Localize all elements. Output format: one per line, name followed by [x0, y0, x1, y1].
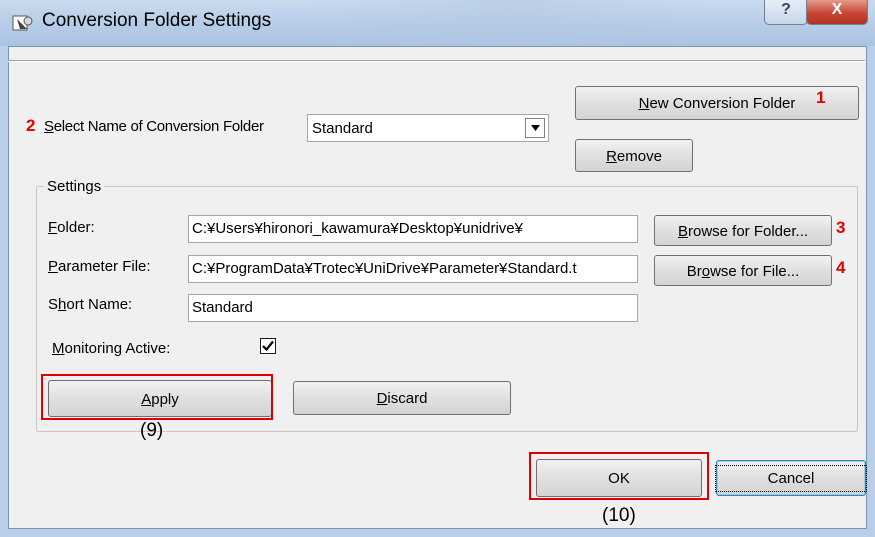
top-separator — [8, 60, 865, 62]
chevron-down-icon[interactable] — [525, 118, 545, 138]
short-name-label: Short Name: — [48, 296, 133, 313]
parameter-file-label: Parameter File: — [48, 258, 151, 275]
title-bar[interactable]: Conversion Folder Settings ? X — [0, 0, 875, 46]
discard-button[interactable]: Discard — [293, 381, 511, 415]
checkmark-icon — [262, 340, 274, 352]
select-conversion-folder-label: Select Name of Conversion Folder — [44, 118, 264, 135]
annotation-1: 1 — [816, 88, 826, 107]
help-icon: ? — [781, 1, 791, 18]
annotation-9: (9) — [140, 420, 164, 441]
browse-for-file-button[interactable]: Browse for File... — [654, 255, 832, 286]
apply-highlight-box — [41, 374, 273, 420]
short-name-input[interactable]: Standard — [188, 294, 638, 322]
window-title: Conversion Folder Settings — [42, 10, 272, 31]
cancel-button[interactable]: Cancel — [715, 460, 867, 496]
ok-highlight-box — [529, 452, 709, 500]
browse-for-folder-button[interactable]: Browse for Folder... — [654, 215, 832, 246]
conversion-folder-settings-dialog: Conversion Folder Settings ? X New Conve… — [0, 0, 875, 537]
annotation-10: (10) — [602, 505, 636, 526]
app-icon — [12, 13, 34, 33]
annotation-3: 3 — [836, 218, 846, 237]
annotation-4: 4 — [836, 258, 846, 277]
parameter-file-input[interactable]: C:¥ProgramData¥Trotec¥UniDrive¥Parameter… — [188, 255, 638, 283]
annotation-2: 2 — [26, 116, 36, 135]
conversion-folder-select[interactable]: Standard — [307, 114, 549, 142]
close-icon: X — [831, 1, 843, 18]
monitoring-active-checkbox[interactable] — [260, 338, 276, 354]
conversion-folder-selected-value: Standard — [312, 120, 373, 137]
folder-label: Folder: — [48, 219, 95, 236]
folder-path-input[interactable]: C:¥Users¥hironori_kawamura¥Desktop¥unidr… — [188, 215, 638, 243]
settings-group-title: Settings — [44, 178, 105, 195]
remove-button[interactable]: Remove — [575, 139, 693, 172]
close-button[interactable]: X — [806, 0, 868, 25]
help-button[interactable]: ? — [764, 0, 808, 25]
monitoring-active-label: Monitoring Active: — [52, 340, 171, 357]
